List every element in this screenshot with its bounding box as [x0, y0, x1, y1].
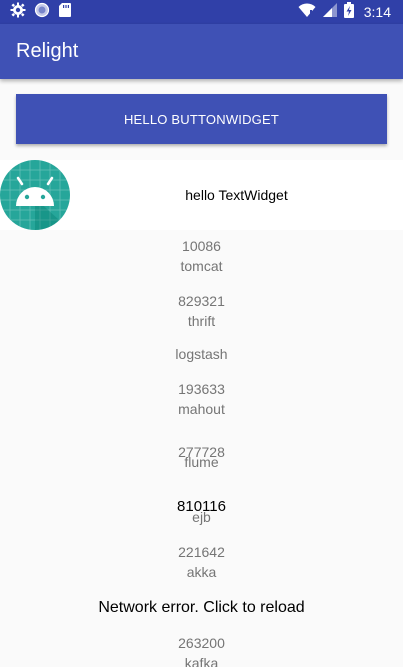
battery-icon — [343, 1, 354, 23]
status-time: 3:14 — [363, 4, 391, 20]
item-name: logstash — [175, 346, 228, 362]
item-number: 193633 — [178, 381, 225, 397]
text-widget-label: hello TextWidget — [185, 187, 288, 203]
item-name: tomcat — [180, 258, 223, 274]
list-item[interactable]: 277728 flume — [0, 443, 403, 471]
gear-icon — [10, 2, 26, 23]
app-title: Relight — [16, 40, 79, 62]
item-name: ejb — [192, 509, 211, 525]
list-item[interactable]: 810116 ejb — [0, 498, 403, 526]
item-number: 221642 — [178, 544, 225, 560]
item-name: kafka — [184, 655, 219, 667]
signal-icon — [322, 2, 338, 23]
sync-icon — [34, 2, 50, 23]
list-item[interactable]: 221642 akka — [0, 542, 403, 582]
item-name: mahout — [178, 401, 225, 417]
item-name: flume — [184, 454, 219, 470]
sd-card-icon — [58, 2, 72, 23]
item-number: 10086 — [182, 238, 221, 254]
item-name: thrift — [187, 313, 216, 329]
list-item[interactable]: 193633 mahout — [0, 379, 403, 419]
android-icon — [0, 160, 70, 230]
app-bar: Relight — [0, 24, 403, 79]
item-number: 829321 — [178, 293, 225, 309]
list-item[interactable]: 829321 thrift — [0, 291, 403, 331]
list-item[interactable]: logstash — [0, 344, 403, 364]
list-item[interactable]: 263200 kafka — [0, 633, 403, 667]
hello-button[interactable]: HELLO BUTTONWIDGET — [16, 94, 387, 144]
status-right-icons: 3:14 — [298, 1, 391, 23]
network-error-reload[interactable]: Network error. Click to reload — [0, 597, 403, 619]
text-widget-row: hello TextWidget — [0, 160, 403, 230]
list-item[interactable]: 10086 tomcat — [0, 236, 403, 276]
status-bar: 3:14 — [0, 0, 403, 24]
item-number: 263200 — [178, 635, 225, 651]
item-name: akka — [186, 564, 217, 580]
wifi-icon — [298, 2, 316, 23]
status-left-icons — [10, 2, 72, 23]
